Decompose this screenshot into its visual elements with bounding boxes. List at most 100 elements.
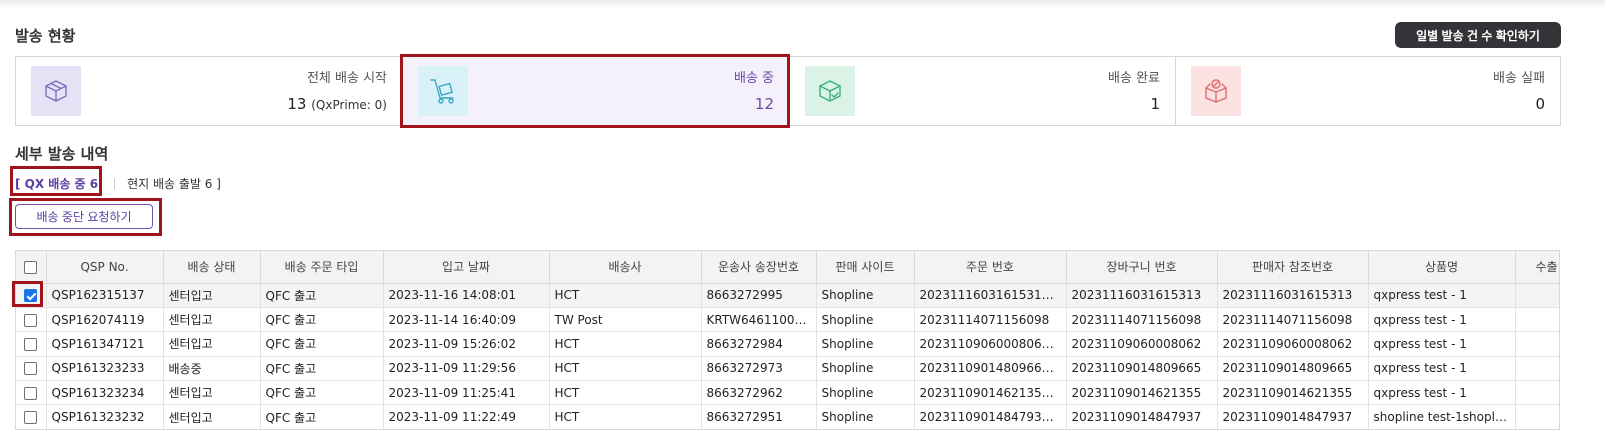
table-cell: Shopline (816, 404, 915, 429)
table-cell (1515, 356, 1559, 382)
card-value: 13 (QxPrime: 0) (287, 95, 387, 113)
table-cell: Shopline (816, 307, 915, 333)
shipment-table-container[interactable]: QSP No. 배송 상태 배송 주문 타입 입고 날짜 배송사 운송사 송장번… (15, 250, 1560, 430)
table-cell: Shopline (816, 356, 915, 382)
row-select-cell (16, 307, 47, 333)
table-cell: HCT (549, 356, 702, 382)
table-cell: QSP161347121 (46, 331, 164, 357)
row-checkbox[interactable] (24, 337, 38, 351)
table-cell: TW Post (549, 307, 702, 333)
table-cell: 2023-11-09 11:29:56 (383, 356, 550, 382)
table-cell: 20231109014847937,2... (914, 404, 1067, 429)
card-count: 13 (287, 95, 307, 113)
row-checkbox[interactable] (24, 313, 38, 327)
table-cell: qxpress test - 1 (1368, 307, 1516, 333)
table-cell: 20231109014621355 (1066, 380, 1218, 406)
table-cell: Shopline (816, 283, 915, 308)
card-delivered[interactable]: 배송 완료 1 (790, 57, 1176, 125)
table-cell: 20231114071156098 (1066, 307, 1218, 333)
table-cell: 20231114071156098 (914, 307, 1067, 333)
table-cell (1515, 331, 1559, 357)
column-header[interactable]: 운송사 송장번호 (701, 251, 817, 284)
table-cell: QFC 출고 (260, 356, 384, 382)
table-cell: 20231116031615313,2... (914, 283, 1067, 308)
column-header[interactable]: 배송 주문 타입 (260, 251, 384, 284)
table-cell: qxpress test - 1 (1368, 283, 1516, 308)
tab-qx-in-delivery[interactable]: [ QX 배송 중 6 (15, 175, 98, 192)
table-cell: Shopline (816, 331, 915, 357)
daily-shipment-count-button[interactable]: 일별 발송 건 수 확인하기 (1395, 22, 1561, 48)
table-row[interactable]: QSP161347121 센터입고 QFC 출고 2023-11-09 15:26:0… (16, 331, 1559, 357)
card-count: 12 (754, 95, 774, 113)
box-check-icon (805, 66, 855, 116)
row-select-cell (16, 380, 47, 406)
table-cell (1515, 380, 1559, 406)
table-cell: 8663272995 (701, 283, 817, 308)
table-cell: 20231109060008062 (1066, 331, 1218, 357)
table-cell (1515, 283, 1559, 308)
shipment-table: QSP No. 배송 상태 배송 주문 타입 입고 날짜 배송사 운송사 송장번… (16, 251, 1559, 429)
table-cell: 20231114071156098 (1217, 307, 1369, 333)
card-total-shipping-started[interactable]: 전체 배송 시작 13 (QxPrime: 0) (16, 57, 403, 125)
table-cell: QSP161323234 (46, 380, 164, 406)
detail-tabs: [ QX 배송 중 6 현지 배송 출발 6 ] (15, 175, 221, 192)
table-cell: 8663272951 (701, 404, 817, 429)
card-in-delivery[interactable]: 배송 중 12 (403, 57, 790, 125)
table-cell: 20231109014809665 (1217, 356, 1369, 382)
table-cell: QSP162074119 (46, 307, 164, 333)
table-row[interactable]: QSP161323232 센터입고 QFC 출고 2023-11-09 11:22:4… (16, 404, 1559, 429)
table-row[interactable]: QSP161323234 센터입고 QFC 출고 2023-11-09 11:25:4… (16, 380, 1559, 406)
column-header[interactable]: 장바구니 번호 (1066, 251, 1218, 284)
box-fail-icon (1191, 66, 1241, 116)
table-cell: QSP161323233 (46, 356, 164, 382)
table-cell: 20231109014847937 (1066, 404, 1218, 429)
row-checkbox[interactable] (24, 386, 38, 400)
card-label: 배송 중 (733, 71, 774, 86)
table-cell: 2023-11-09 11:22:49 (383, 404, 550, 429)
tab-local-departure[interactable]: 현지 배송 출발 6 ] (127, 175, 221, 192)
table-cell: 20231109014847937 (1217, 404, 1369, 429)
table-cell: QFC 출고 (260, 307, 384, 333)
table-cell: shopline test-1shoplin... (1368, 404, 1516, 429)
column-header[interactable]: 배송사 (549, 251, 702, 284)
table-cell: 센터입고 (163, 331, 261, 357)
column-header[interactable]: 배송 상태 (163, 251, 261, 284)
card-delivery-failed[interactable]: 배송 실패 0 (1176, 57, 1560, 125)
shipping-details-title: 세부 발송 내역 (15, 145, 109, 163)
table-cell: 센터입고 (163, 380, 261, 406)
table-cell: KRTW64611000... (701, 307, 817, 333)
row-checkbox[interactable] (24, 362, 38, 376)
table-row[interactable]: QSP161323233 배송중 QFC 출고 2023-11-09 11:29:56… (16, 356, 1559, 382)
row-checkbox[interactable] (24, 411, 38, 425)
table-cell: 배송중 (163, 356, 261, 382)
table-cell: 2023-11-16 14:08:01 (383, 283, 550, 308)
row-checkbox[interactable] (24, 289, 38, 303)
column-header[interactable]: 입고 날짜 (383, 251, 550, 284)
table-cell: QSP162315137 (46, 283, 164, 308)
card-count: 0 (1535, 95, 1545, 113)
column-header[interactable]: 판매자 참조번호 (1217, 251, 1369, 284)
table-cell: qxpress test - 1 (1368, 331, 1516, 357)
column-header[interactable]: 상품명 (1368, 251, 1516, 284)
status-cards: 전체 배송 시작 13 (QxPrime: 0) 배송 중 12 배송 완료 1… (15, 56, 1561, 126)
select-all-checkbox[interactable] (24, 260, 38, 274)
table-row[interactable]: QSP162315137 센터입고 QFC 출고 2023-11-16 14:08:0… (16, 283, 1559, 308)
table-row[interactable]: QSP162074119 센터입고 QFC 출고 2023-11-14 16:40:0… (16, 307, 1559, 333)
column-header[interactable]: QSP No. (46, 251, 164, 284)
table-cell: HCT (549, 380, 702, 406)
shipping-status-title: 발송 현황 (15, 27, 76, 45)
table-cell: 20231116031615313 (1217, 283, 1369, 308)
row-select-cell (16, 283, 47, 308)
table-cell: 2023-11-09 15:26:02 (383, 331, 550, 357)
table-cell: QFC 출고 (260, 283, 384, 308)
request-stop-delivery-button[interactable]: 배송 중단 요청하기 (15, 204, 153, 229)
row-select-cell (16, 356, 47, 382)
column-header[interactable]: 주문 번호 (914, 251, 1067, 284)
column-header[interactable]: 판매 사이트 (816, 251, 915, 284)
column-header[interactable]: 수출 (1515, 251, 1559, 284)
tab-divider (114, 177, 116, 190)
table-cell: 센터입고 (163, 307, 261, 333)
row-select-cell (16, 331, 47, 357)
table-cell (1515, 307, 1559, 333)
table-cell: QFC 출고 (260, 404, 384, 429)
